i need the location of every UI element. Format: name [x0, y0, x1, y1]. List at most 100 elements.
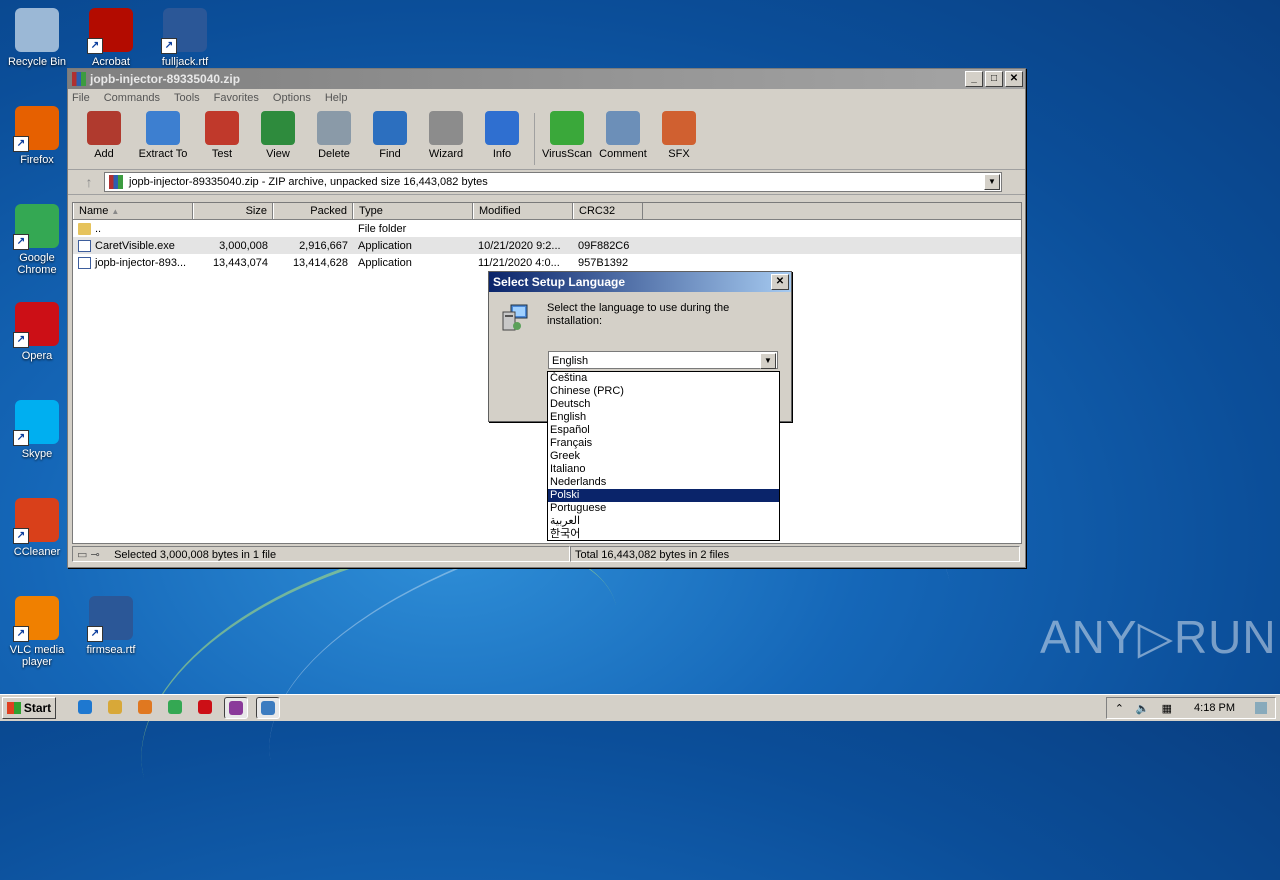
desktop-icon-label: fulljack.rtf	[161, 56, 209, 68]
toolbar-label: SFX	[668, 148, 690, 160]
desktop-icon-4[interactable]: ↗ Google Chrome	[2, 204, 72, 276]
shortcut-arrow-icon: ↗	[87, 626, 103, 642]
table-row[interactable]: jopb-injector-893... 13,443,074 13,414,628…	[73, 254, 1021, 271]
desktop-icon-2[interactable]: ↗ fulljack.rtf	[150, 8, 220, 68]
cell-packed: 2,916,667	[299, 239, 348, 252]
cell-crc32: 09F882C6	[578, 239, 630, 252]
toolbar-button-add[interactable]: Add	[76, 107, 132, 160]
language-option[interactable]: Chinese (PRC)	[548, 385, 779, 398]
minimize-button[interactable]: _	[965, 71, 983, 87]
menu-favorites[interactable]: Favorites	[214, 92, 259, 104]
menu-file[interactable]: File	[72, 92, 90, 104]
start-button[interactable]: Start	[2, 697, 56, 719]
cell-type: Application	[358, 239, 412, 252]
clock[interactable]: 4:18 PM	[1194, 702, 1235, 714]
desktop-icon-3[interactable]: ↗ Firefox	[2, 106, 72, 166]
chevron-down-icon[interactable]: ▼	[760, 353, 776, 369]
language-option[interactable]: Español	[548, 424, 779, 437]
media-player-icon[interactable]	[134, 697, 156, 717]
cell-packed: 13,414,628	[292, 256, 348, 269]
cell-crc32: 957B1392	[578, 256, 629, 269]
language-option[interactable]: Deutsch	[548, 398, 779, 411]
shortcut-arrow-icon: ↗	[13, 234, 29, 250]
shortcut-arrow-icon: ↗	[13, 136, 29, 152]
vlc-icon: ↗	[13, 596, 59, 642]
chrome-icon: ↗	[13, 204, 59, 250]
language-option[interactable]: Nederlands	[548, 476, 779, 489]
language-option[interactable]: Français	[548, 437, 779, 450]
setup-computer-icon	[502, 304, 528, 331]
view-book-icon	[261, 111, 295, 145]
column-crc32[interactable]: CRC32	[573, 203, 643, 219]
extract-folder-icon	[146, 111, 180, 145]
desktop-icon-5[interactable]: ↗ Opera	[2, 302, 72, 362]
internet-explorer-icon[interactable]	[74, 697, 96, 717]
language-option[interactable]: 한국어	[548, 528, 779, 540]
column-type[interactable]: Type	[353, 203, 473, 219]
address-field[interactable]: jopb-injector-89335040.zip - ZIP archive…	[104, 172, 1002, 192]
language-option[interactable]: Čeština	[548, 372, 779, 385]
chrome-icon[interactable]	[164, 697, 186, 717]
toolbar-button-comment[interactable]: Comment	[595, 107, 651, 160]
language-option[interactable]: Greek	[548, 450, 779, 463]
chevron-down-icon[interactable]: ▼	[984, 174, 1000, 190]
table-row[interactable]: .. File folder	[73, 220, 1021, 237]
ccleaner-icon: ↗	[13, 498, 59, 544]
network-icon[interactable]: ▦	[1162, 702, 1172, 715]
column-packed[interactable]: Packed	[273, 203, 353, 219]
desktop-icon-1[interactable]: ↗ Acrobat	[76, 8, 146, 68]
toolbar-button-view[interactable]: View	[250, 107, 306, 160]
toolbar-button-find[interactable]: Find	[362, 107, 418, 160]
maximize-button[interactable]: □	[985, 71, 1003, 87]
dialog-title: Select Setup Language	[493, 275, 626, 289]
file-explorer-icon[interactable]	[104, 697, 126, 717]
language-option[interactable]: Portuguese	[548, 502, 779, 515]
show-desktop-icon[interactable]	[1255, 702, 1267, 714]
windows-logo-icon	[6, 702, 21, 714]
table-row[interactable]: CaretVisible.exe 3,000,008 2,916,667 Applic…	[73, 237, 1021, 254]
desktop-icon-label: Recycle Bin	[7, 56, 67, 68]
language-combobox[interactable]: English ▼	[548, 351, 778, 369]
language-option[interactable]: English	[548, 411, 779, 424]
toolbar-button-info[interactable]: Info	[474, 107, 530, 160]
menu-commands[interactable]: Commands	[104, 92, 160, 104]
close-button[interactable]: ✕	[1005, 71, 1023, 87]
toolbar-button-extract-to[interactable]: Extract To	[132, 107, 194, 160]
status-bar: ▭ ⊸ Selected 3,000,008 bytes in 1 file T…	[72, 546, 1020, 564]
toolbar-label: Extract To	[138, 148, 188, 160]
menu-tools[interactable]: Tools	[174, 92, 200, 104]
winrar-icon[interactable]	[224, 697, 248, 719]
desktop-icon-label: CCleaner	[13, 546, 61, 558]
dialog-close-button[interactable]: ✕	[771, 274, 789, 290]
window-titlebar[interactable]: jopb-injector-89335040.zip _ □ ✕	[68, 69, 1025, 89]
up-arrow-icon[interactable]: ↑	[74, 174, 104, 190]
show-hidden-icons-icon[interactable]: ⌃	[1115, 702, 1124, 715]
menu-help[interactable]: Help	[325, 92, 348, 104]
cell-name: ..	[73, 222, 193, 235]
desktop-icon-9[interactable]: ↗ firmsea.rtf	[76, 596, 146, 656]
toolbar-button-sfx[interactable]: SFX	[651, 107, 707, 160]
opera-icon[interactable]	[194, 697, 216, 717]
volume-icon[interactable]: 🔈	[1136, 702, 1150, 715]
toolbar-button-virusscan[interactable]: VirusScan	[539, 107, 595, 160]
column-modified[interactable]: Modified	[473, 203, 573, 219]
shortcut-arrow-icon: ↗	[13, 332, 29, 348]
toolbar-button-delete[interactable]: Delete	[306, 107, 362, 160]
language-option[interactable]: العربية	[548, 515, 779, 528]
column-name[interactable]: Name ▲	[73, 203, 193, 219]
desktop-icon-7[interactable]: ↗ CCleaner	[2, 498, 72, 558]
dialog-titlebar[interactable]: Select Setup Language ✕	[489, 272, 791, 292]
language-option[interactable]: Polski	[548, 489, 779, 502]
status-left: ▭ ⊸ Selected 3,000,008 bytes in 1 file	[72, 546, 570, 562]
cell-name: CaretVisible.exe	[73, 239, 193, 252]
desktop-icon-label: Skype	[21, 448, 53, 460]
toolbar-button-wizard[interactable]: Wizard	[418, 107, 474, 160]
desktop-icon-8[interactable]: ↗ VLC media player	[2, 596, 72, 668]
column-size[interactable]: Size	[193, 203, 273, 219]
toolbar-button-test[interactable]: Test	[194, 107, 250, 160]
menu-options[interactable]: Options	[273, 92, 311, 104]
language-option[interactable]: Italiano	[548, 463, 779, 476]
desktop-icon-6[interactable]: ↗ Skype	[2, 400, 72, 460]
desktop-icon-0[interactable]: Recycle Bin	[2, 8, 72, 68]
setup-icon[interactable]	[256, 697, 280, 719]
